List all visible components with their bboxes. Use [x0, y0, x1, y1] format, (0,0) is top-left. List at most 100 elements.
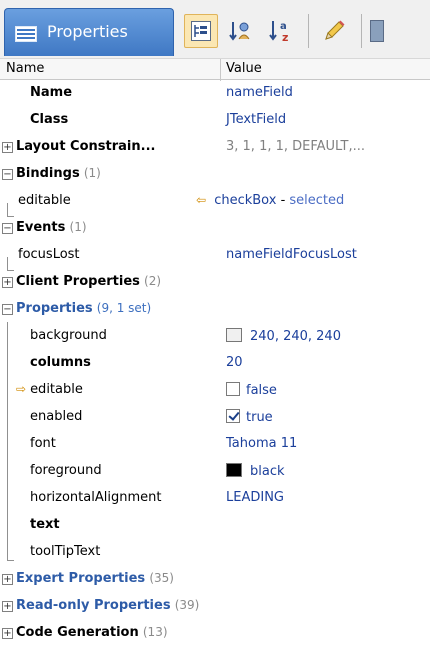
property-label: columns [30, 355, 91, 370]
property-value[interactable]: Tahoma 11 [226, 436, 297, 451]
property-label: foreground [30, 463, 102, 478]
header-value[interactable]: Value [226, 61, 262, 76]
property-row[interactable]: columns 20 [0, 350, 430, 377]
property-row[interactable]: toolTipText [0, 539, 430, 566]
property-label: font [30, 436, 56, 451]
category-label: Events (1) [16, 220, 87, 235]
property-label: ⇨ editable [16, 382, 83, 397]
category-label: Expert Properties (35) [16, 571, 174, 586]
category-row[interactable]: + Client Properties (2) [0, 269, 430, 296]
category-label: Client Properties (2) [16, 274, 161, 289]
enabled-checkbox[interactable] [226, 409, 240, 423]
category-label: Bindings (1) [16, 166, 101, 181]
category-label: Layout Constrain... [16, 139, 156, 154]
property-row[interactable]: focusLost nameFieldFocusLost [0, 242, 430, 269]
category-label: Read-only Properties (39) [16, 598, 199, 613]
toolbar: a z [184, 10, 384, 52]
property-label: Class [30, 112, 69, 127]
bound-arrow-icon: ⇨ [16, 382, 27, 396]
header-name[interactable]: Name [6, 61, 44, 76]
category-row[interactable]: + Code Generation (13) [0, 620, 430, 647]
property-row[interactable]: ⇨ editable false [0, 377, 430, 404]
property-value[interactable]: true [226, 409, 273, 425]
category-title: Client Properties [16, 274, 140, 289]
property-value[interactable]: nameField [226, 85, 293, 100]
collapse-icon[interactable]: − [2, 304, 13, 315]
property-label: text [30, 517, 60, 532]
sort-alphabetical-button[interactable]: a z [264, 14, 298, 48]
category-count: (9, 1 set) [96, 301, 152, 315]
binding-arrow-icon: ⇦ [196, 193, 207, 207]
expand-icon[interactable]: + [2, 277, 13, 288]
category-title: Read-only Properties [16, 598, 171, 613]
property-row[interactable]: Class JTextField [0, 107, 430, 134]
window-title: Properties [47, 22, 128, 41]
property-name: editable [30, 382, 83, 397]
property-label: toolTipText [30, 544, 101, 559]
categorized-view-button[interactable] [184, 14, 218, 48]
binding-source: checkBox [214, 193, 277, 208]
property-sheet: Name nameField Class JTextField + Layout… [0, 80, 430, 647]
property-value[interactable]: false [226, 382, 277, 398]
svg-text:z: z [282, 31, 288, 43]
checkbox-label: true [246, 410, 273, 425]
property-row[interactable]: editable ⇦ checkBox - selected [0, 188, 430, 215]
more-icon[interactable] [370, 20, 384, 42]
property-label: editable [18, 193, 71, 208]
category-row[interactable]: + Layout Constrain... 3, 1, 1, 1, DEFAUL… [0, 134, 430, 161]
category-count: (13) [142, 625, 168, 639]
expand-icon[interactable]: + [2, 574, 13, 585]
property-value[interactable]: 3, 1, 1, 1, DEFAULT,... [226, 139, 365, 154]
category-title: Bindings [16, 166, 80, 181]
checkbox-label: false [246, 383, 277, 398]
edit-button[interactable] [317, 14, 351, 48]
property-value[interactable]: LEADING [226, 490, 284, 505]
property-row[interactable]: enabled true [0, 404, 430, 431]
property-value[interactable]: 240, 240, 240 [226, 328, 341, 344]
category-title: Properties [16, 301, 93, 316]
category-count: (2) [144, 274, 162, 288]
property-label: horizontalAlignment [30, 490, 162, 505]
collapse-icon[interactable]: − [2, 223, 13, 234]
category-title: Expert Properties [16, 571, 146, 586]
editable-checkbox[interactable] [226, 382, 240, 396]
property-row[interactable]: font Tahoma 11 [0, 431, 430, 458]
property-row[interactable]: text [0, 512, 430, 539]
category-count: (1) [69, 220, 87, 234]
property-value[interactable]: ⇦ checkBox - selected [196, 193, 344, 208]
category-title: Code Generation [16, 625, 139, 640]
property-value[interactable]: black [226, 463, 285, 479]
categorized-icon [191, 21, 211, 41]
property-value[interactable]: nameFieldFocusLost [226, 247, 357, 262]
category-row[interactable]: + Read-only Properties (39) [0, 593, 430, 620]
property-row[interactable]: foreground black [0, 458, 430, 485]
category-row[interactable]: − Bindings (1) [0, 161, 430, 188]
property-row[interactable]: background 240, 240, 240 [0, 323, 430, 350]
property-value[interactable]: 20 [226, 355, 243, 370]
expand-icon[interactable]: + [2, 142, 13, 153]
property-label: enabled [30, 409, 83, 424]
expand-icon[interactable]: + [2, 601, 13, 612]
sort-az-icon: a z [269, 21, 288, 43]
color-value: black [250, 464, 285, 479]
expand-icon[interactable]: + [2, 628, 13, 639]
category-row[interactable]: + Expert Properties (35) [0, 566, 430, 593]
property-row[interactable]: horizontalAlignment LEADING [0, 485, 430, 512]
category-count: (35) [149, 571, 174, 585]
properties-tab[interactable]: Properties [4, 8, 174, 56]
sort-by-category-button[interactable] [224, 14, 258, 48]
toolbar-separator [308, 14, 309, 48]
column-header: Name Value [0, 58, 430, 81]
column-divider[interactable] [220, 59, 221, 81]
category-row[interactable]: − Properties (9, 1 set) [0, 296, 430, 323]
category-label: Properties (9, 1 set) [16, 301, 151, 316]
property-label: focusLost [18, 247, 80, 262]
properties-icon [15, 26, 37, 42]
category-title: Events [16, 220, 66, 235]
property-row[interactable]: Name nameField [0, 80, 430, 107]
category-row[interactable]: − Events (1) [0, 215, 430, 242]
category-count: (39) [174, 598, 200, 612]
property-value[interactable]: JTextField [226, 112, 286, 127]
collapse-icon[interactable]: − [2, 169, 13, 180]
category-label: Code Generation (13) [16, 625, 168, 640]
